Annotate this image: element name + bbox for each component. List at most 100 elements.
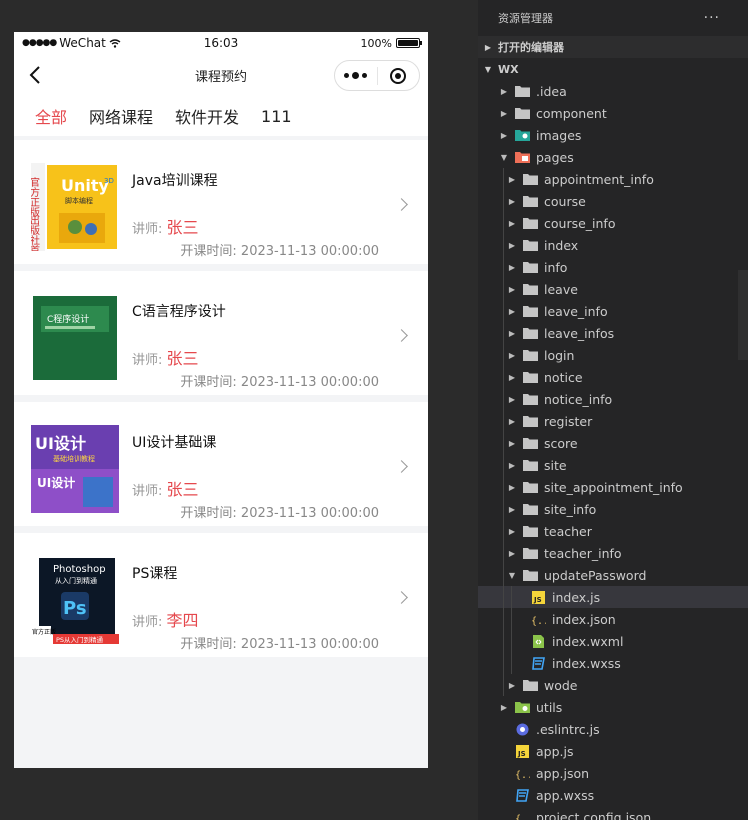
svg-text:官方正版: 官方正版 [32, 628, 56, 636]
more-button[interactable] [335, 72, 377, 79]
cover-ui-book: UI设计 基础培训教程 UI设计 [31, 425, 119, 513]
tree-item[interactable]: ▶ score [478, 432, 748, 454]
back-arrow-icon [29, 66, 40, 84]
tree-item-label: appointment_info [544, 171, 654, 187]
tree-item[interactable]: ▶ site_appointment_info [478, 476, 748, 498]
chevron-right-icon: ▶ [508, 372, 516, 382]
folder-icon [522, 502, 538, 516]
json-file-icon: {..} [514, 810, 530, 820]
svg-text:UI设计: UI设计 [35, 434, 86, 453]
tree-item[interactable]: ▶ info [478, 256, 748, 278]
tree-item[interactable]: ▶ component [478, 102, 748, 124]
chevron-right-icon [395, 198, 408, 211]
course-card[interactable]: 官方正版 出版社首发 Unity 3D 脚本编程 Java培训课程 讲师: 张三… [14, 140, 428, 264]
course-teacher: 讲师: 张三 [132, 214, 199, 238]
workspace-root[interactable]: ▼ WX [478, 58, 748, 80]
tree-item-label: pages [536, 149, 574, 165]
tree-item[interactable]: {..} project.config.json [478, 806, 748, 820]
folder-icon [522, 678, 538, 692]
course-teacher: 讲师: 张三 [132, 476, 199, 500]
course-start-time: 开课时间: 2023-11-13 00:00:00 [180, 240, 379, 259]
tree-item[interactable]: ▶ leave [478, 278, 748, 300]
course-card[interactable]: Photoshop 从入门到精通 Ps 官方正版 PS从入门到精通 PS课程 讲… [14, 533, 428, 657]
folder-icon [522, 216, 538, 230]
wxss-file-icon [530, 656, 546, 670]
open-editors-section[interactable]: ▶ 打开的编辑器 [478, 36, 748, 58]
tree-item[interactable]: ▶ site_info [478, 498, 748, 520]
tab-111[interactable]: 111 [261, 107, 292, 126]
explorer-scrollbar[interactable] [738, 270, 748, 360]
tree-item[interactable]: ▼ updatePassword [478, 564, 748, 586]
folder-icon [522, 172, 538, 186]
tree-item[interactable]: ▶ wode [478, 674, 748, 696]
tree-item[interactable]: ▶ login [478, 344, 748, 366]
tree-item[interactable]: JS app.js [478, 740, 748, 762]
file-explorer: 资源管理器 ··· ▶ 打开的编辑器 ▼ WX ▶ .idea ▶ component… [478, 0, 748, 820]
chevron-right-icon: ▶ [508, 482, 516, 492]
more-actions-button[interactable]: ··· [704, 10, 720, 26]
tree-item[interactable]: ▶ course_info [478, 212, 748, 234]
simulator-phone: ●●●●● WeChat 16:03 100% 课程预约 全部 网络课程 软件开… [14, 32, 428, 768]
chevron-right-icon: ▶ [508, 460, 516, 470]
tree-item[interactable]: ▶ teacher [478, 520, 748, 542]
time-prefix: 开课时间: [180, 244, 241, 259]
tree-item-label: leave_infos [544, 325, 615, 341]
chevron-down-icon: ▼ [484, 64, 492, 74]
course-name: C语言程序设计 [132, 304, 226, 320]
images-folder-icon [514, 128, 530, 142]
tab-network-course[interactable]: 网络课程 [89, 104, 153, 128]
time-prefix: 开课时间: [180, 637, 241, 652]
tree-item-label: .idea [536, 83, 567, 99]
tree-item[interactable]: ▶ register [478, 410, 748, 432]
teacher-name: 张三 [166, 218, 199, 237]
close-miniprogram-button[interactable] [378, 67, 420, 84]
chevron-right-icon: ▶ [500, 130, 508, 140]
course-name: UI设计基础课 [132, 435, 217, 451]
time-value: 2023-11-13 00:00:00 [240, 375, 379, 390]
chevron-right-icon: ▶ [500, 702, 508, 712]
tree-item[interactable]: ▶ notice [478, 366, 748, 388]
chevron-right-icon: ▶ [508, 548, 516, 558]
chevron-right-icon: ▶ [508, 306, 516, 316]
chevron-right-icon: ▶ [508, 328, 516, 338]
folder-icon [522, 458, 538, 472]
tree-item[interactable]: ▶ notice_info [478, 388, 748, 410]
tree-item[interactable]: ▶ course [478, 190, 748, 212]
tab-all[interactable]: 全部 [35, 104, 67, 128]
tree-item[interactable]: ▶ utils [478, 696, 748, 718]
tree-item[interactable]: ▶ images [478, 124, 748, 146]
tree-item[interactable]: ▶ .idea [478, 80, 748, 102]
tree-item[interactable]: ▶ index [478, 234, 748, 256]
tree-item[interactable]: ▶ appointment_info [478, 168, 748, 190]
chevron-right-icon: ▶ [500, 108, 508, 118]
tree-item[interactable]: {..} app.json [478, 762, 748, 784]
tree-item[interactable]: ▼ pages [478, 146, 748, 168]
tree-item[interactable]: ▶ site [478, 454, 748, 476]
course-card[interactable]: C程序设计 C语言程序设计 讲师: 张三 开课时间: 2023-11-13 00… [14, 271, 428, 395]
tab-software-dev[interactable]: 软件开发 [175, 104, 239, 128]
tree-item-label: register [544, 413, 593, 429]
teacher-prefix: 讲师: [132, 222, 167, 237]
chevron-right-icon: ▶ [508, 438, 516, 448]
tree-item[interactable]: {..} index.json [478, 608, 748, 630]
chevron-right-icon [395, 329, 408, 342]
teacher-prefix: 讲师: [132, 353, 167, 368]
tree-item[interactable]: ▶ teacher_info [478, 542, 748, 564]
svg-text:Unity: Unity [61, 176, 110, 195]
tree-item-label: site [544, 457, 567, 473]
chevron-right-icon [395, 591, 408, 604]
folder-icon [522, 436, 538, 450]
tree-item-label: notice_info [544, 391, 613, 407]
tree-item[interactable]: index.wxss [478, 652, 748, 674]
tree-item[interactable]: app.wxss [478, 784, 748, 806]
tree-item[interactable]: ▶ leave_infos [478, 322, 748, 344]
course-card[interactable]: UI设计 基础培训教程 UI设计 UI设计基础课 讲师: 张三 开课时间: 20… [14, 402, 428, 526]
tree-item[interactable]: JS index.js [478, 586, 748, 608]
tree-item[interactable]: index.wxml [478, 630, 748, 652]
tree-item-label: site_appointment_info [544, 479, 683, 495]
folder-icon [522, 238, 538, 252]
tree-item[interactable]: .eslintrc.js [478, 718, 748, 740]
tree-item[interactable]: ▶ leave_info [478, 300, 748, 322]
file-tree: ▶ .idea ▶ component ▶ images ▼ pages ▶ appointmen… [478, 80, 748, 820]
back-button[interactable] [20, 54, 50, 96]
